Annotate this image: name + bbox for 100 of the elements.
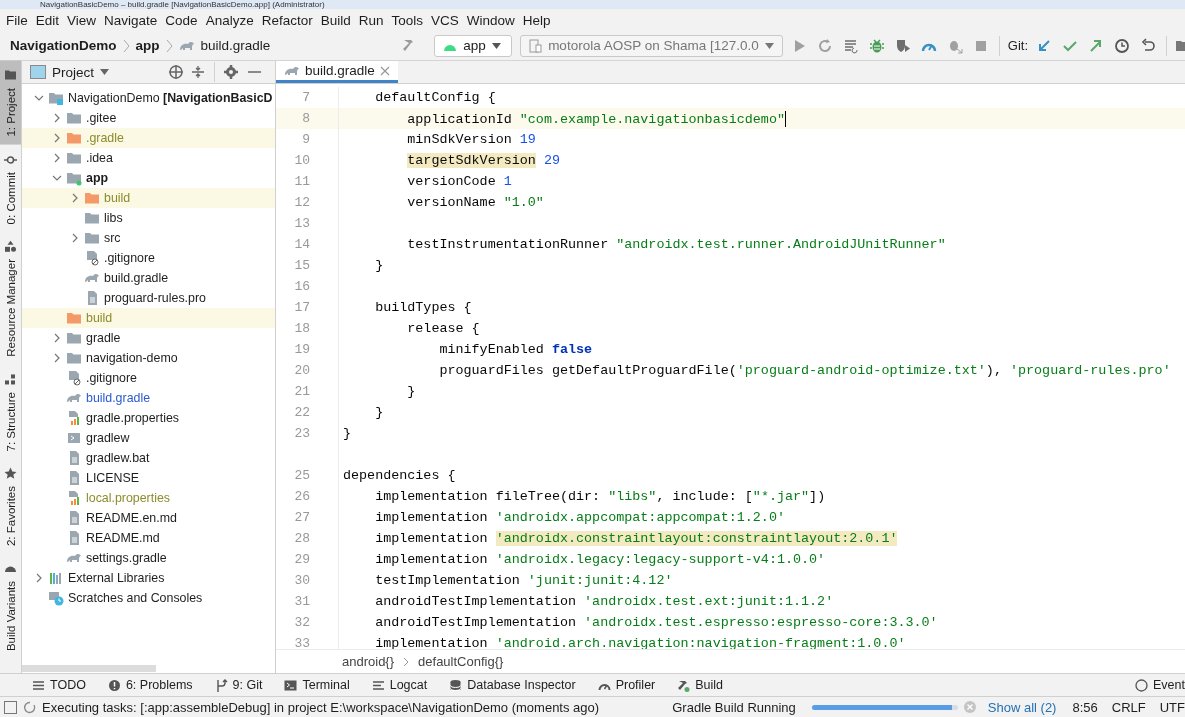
breadcrumb[interactable]: android{} bbox=[342, 654, 395, 669]
tree-label: build.gradle bbox=[86, 391, 151, 405]
scrollbar-thumb[interactable] bbox=[22, 664, 156, 672]
tree-row[interactable]: proguard-rules.pro bbox=[22, 288, 275, 308]
chevron-right-icon[interactable] bbox=[52, 353, 62, 363]
menu-item[interactable]: Run bbox=[354, 12, 388, 28]
show-all-link[interactable]: Show all (2) bbox=[987, 699, 1057, 715]
menu-item[interactable]: Tools bbox=[387, 12, 427, 28]
close-icon[interactable] bbox=[379, 65, 390, 76]
menu-item[interactable]: Refactor bbox=[257, 12, 317, 28]
undo-icon[interactable] bbox=[1140, 37, 1156, 54]
breadcrumb[interactable]: NavigationDemo bbox=[10, 38, 117, 53]
chevron-right-icon[interactable] bbox=[52, 133, 62, 143]
tool-window-button[interactable]: Event bbox=[1135, 678, 1185, 692]
menu-item[interactable]: Navigate bbox=[100, 12, 162, 28]
shield-run-icon[interactable] bbox=[894, 37, 911, 54]
tree-row[interactable]: local.properties bbox=[22, 488, 275, 508]
tree-row[interactable]: README.en.md bbox=[22, 508, 275, 528]
line-number: 13 bbox=[293, 216, 310, 231]
tree-row[interactable]: libs bbox=[22, 208, 275, 228]
device-dropdown[interactable]: motorola AOSP on Shama [127.0.0 bbox=[520, 34, 783, 57]
tree-row[interactable]: LICENSE bbox=[22, 468, 275, 488]
arrow-down-left-icon[interactable] bbox=[1036, 37, 1052, 54]
crosshair-icon[interactable] bbox=[168, 64, 184, 80]
tree-row[interactable]: .gitee bbox=[22, 108, 275, 128]
panel-toggle-icon bbox=[4, 700, 17, 714]
menu-item[interactable]: View bbox=[63, 12, 101, 28]
chevron-right-icon[interactable] bbox=[70, 233, 80, 243]
bug-icon[interactable] bbox=[868, 37, 885, 54]
tree-row[interactable]: .gitignore bbox=[22, 248, 275, 268]
arrow-up-right-icon[interactable] bbox=[1088, 37, 1104, 54]
chevron-down-icon[interactable] bbox=[52, 173, 62, 183]
folder-icon bbox=[66, 130, 82, 146]
chevron-right-icon[interactable] bbox=[52, 113, 62, 123]
tree-label: gradle bbox=[86, 331, 121, 345]
tree-row[interactable]: src bbox=[22, 228, 275, 248]
file-encoding[interactable]: UTF bbox=[1159, 699, 1185, 715]
tool-window-button[interactable]: 6: Problems bbox=[107, 678, 193, 692]
tree-row[interactable]: navigation-demo bbox=[22, 348, 275, 368]
caret-position[interactable]: 8:56 bbox=[1072, 699, 1098, 715]
tool-window-tab[interactable]: 0: Commit bbox=[0, 144, 21, 232]
breadcrumb[interactable]: build.gradle bbox=[200, 38, 271, 53]
chevron-right-icon[interactable] bbox=[34, 573, 44, 583]
menu-item[interactable]: Help bbox=[518, 12, 555, 28]
tool-window-tab[interactable]: 1: Project bbox=[0, 61, 21, 145]
line-number: 31 bbox=[293, 594, 310, 609]
menu-item[interactable]: Analyze bbox=[201, 12, 258, 28]
tool-window-button[interactable]: 9: Git bbox=[214, 678, 263, 692]
tree-row[interactable]: External Libraries bbox=[22, 568, 275, 588]
editor-tab[interactable]: build.gradle bbox=[276, 61, 398, 83]
tree-label: app bbox=[86, 171, 109, 185]
code-line: versionCode 1 bbox=[406, 174, 512, 189]
menu-item[interactable]: Window bbox=[462, 12, 519, 28]
tool-window-button[interactable]: Database Inspector bbox=[449, 678, 576, 692]
menu-item[interactable]: Edit bbox=[31, 12, 64, 28]
code-line: } bbox=[374, 258, 384, 273]
line-separator[interactable]: CRLF bbox=[1111, 699, 1146, 715]
tree-row[interactable]: gradle bbox=[22, 328, 275, 348]
menu-item[interactable]: Build bbox=[316, 12, 355, 28]
menu-item[interactable]: File bbox=[2, 12, 32, 28]
menu-item[interactable]: Code bbox=[161, 12, 202, 28]
tool-window-button[interactable]: TODO bbox=[32, 678, 86, 692]
terminal-icon bbox=[284, 678, 298, 692]
tree-row[interactable]: gradlew.bat bbox=[22, 448, 275, 468]
line-number: 8 bbox=[301, 111, 310, 126]
chevron-right-icon[interactable] bbox=[52, 153, 62, 163]
tree-row[interactable]: .idea bbox=[22, 148, 275, 168]
tree-row[interactable]: gradle.properties bbox=[22, 408, 275, 428]
tool-window-button[interactable]: Terminal bbox=[284, 678, 350, 692]
breadcrumb[interactable]: defaultConfig{} bbox=[418, 654, 504, 669]
menu-item[interactable]: VCS bbox=[427, 12, 463, 28]
tool-window-tab[interactable]: Resource Manager bbox=[0, 232, 21, 365]
warning-icon bbox=[107, 678, 121, 692]
tree-row[interactable]: gradlew bbox=[22, 428, 275, 448]
chevron-down-icon[interactable] bbox=[34, 93, 44, 103]
apply-changes-icon[interactable] bbox=[842, 37, 859, 54]
tool-window-tab[interactable]: 2: Favorites bbox=[0, 459, 21, 555]
tree-row[interactable]: .gitignore bbox=[22, 368, 275, 388]
clock-icon[interactable] bbox=[1114, 37, 1130, 54]
chevron-right-icon[interactable] bbox=[52, 333, 62, 343]
tree-row[interactable]: Scratches and Consoles bbox=[22, 588, 275, 608]
settings-icon[interactable] bbox=[223, 64, 239, 80]
breadcrumb[interactable]: app bbox=[135, 38, 160, 53]
tool-window-button[interactable]: Logcat bbox=[371, 678, 428, 692]
chevron-right-icon[interactable] bbox=[70, 193, 80, 203]
tree-row[interactable]: README.md bbox=[22, 528, 275, 548]
list-icon bbox=[371, 678, 385, 692]
run-config-dropdown[interactable]: app bbox=[434, 34, 513, 57]
tree-row[interactable]: settings.gradle bbox=[22, 548, 275, 568]
tree-row[interactable]: build.gradle bbox=[22, 268, 275, 288]
tool-window-button[interactable]: Profiler bbox=[597, 678, 656, 692]
collapse-icon[interactable] bbox=[190, 64, 206, 80]
tree-row[interactable]: app bbox=[22, 168, 275, 188]
tool-window-tab[interactable]: 7: Structure bbox=[0, 364, 21, 460]
code-line: minSdkVersion 19 bbox=[406, 132, 536, 147]
tool-window-button[interactable]: Build bbox=[677, 678, 724, 692]
tree-row[interactable]: build.gradle bbox=[22, 388, 275, 408]
tree-row[interactable]: NavigationDemo [NavigationBasicD bbox=[22, 88, 275, 108]
tool-window-tab[interactable]: Build Variants bbox=[0, 554, 21, 660]
code-line: } bbox=[406, 384, 416, 399]
